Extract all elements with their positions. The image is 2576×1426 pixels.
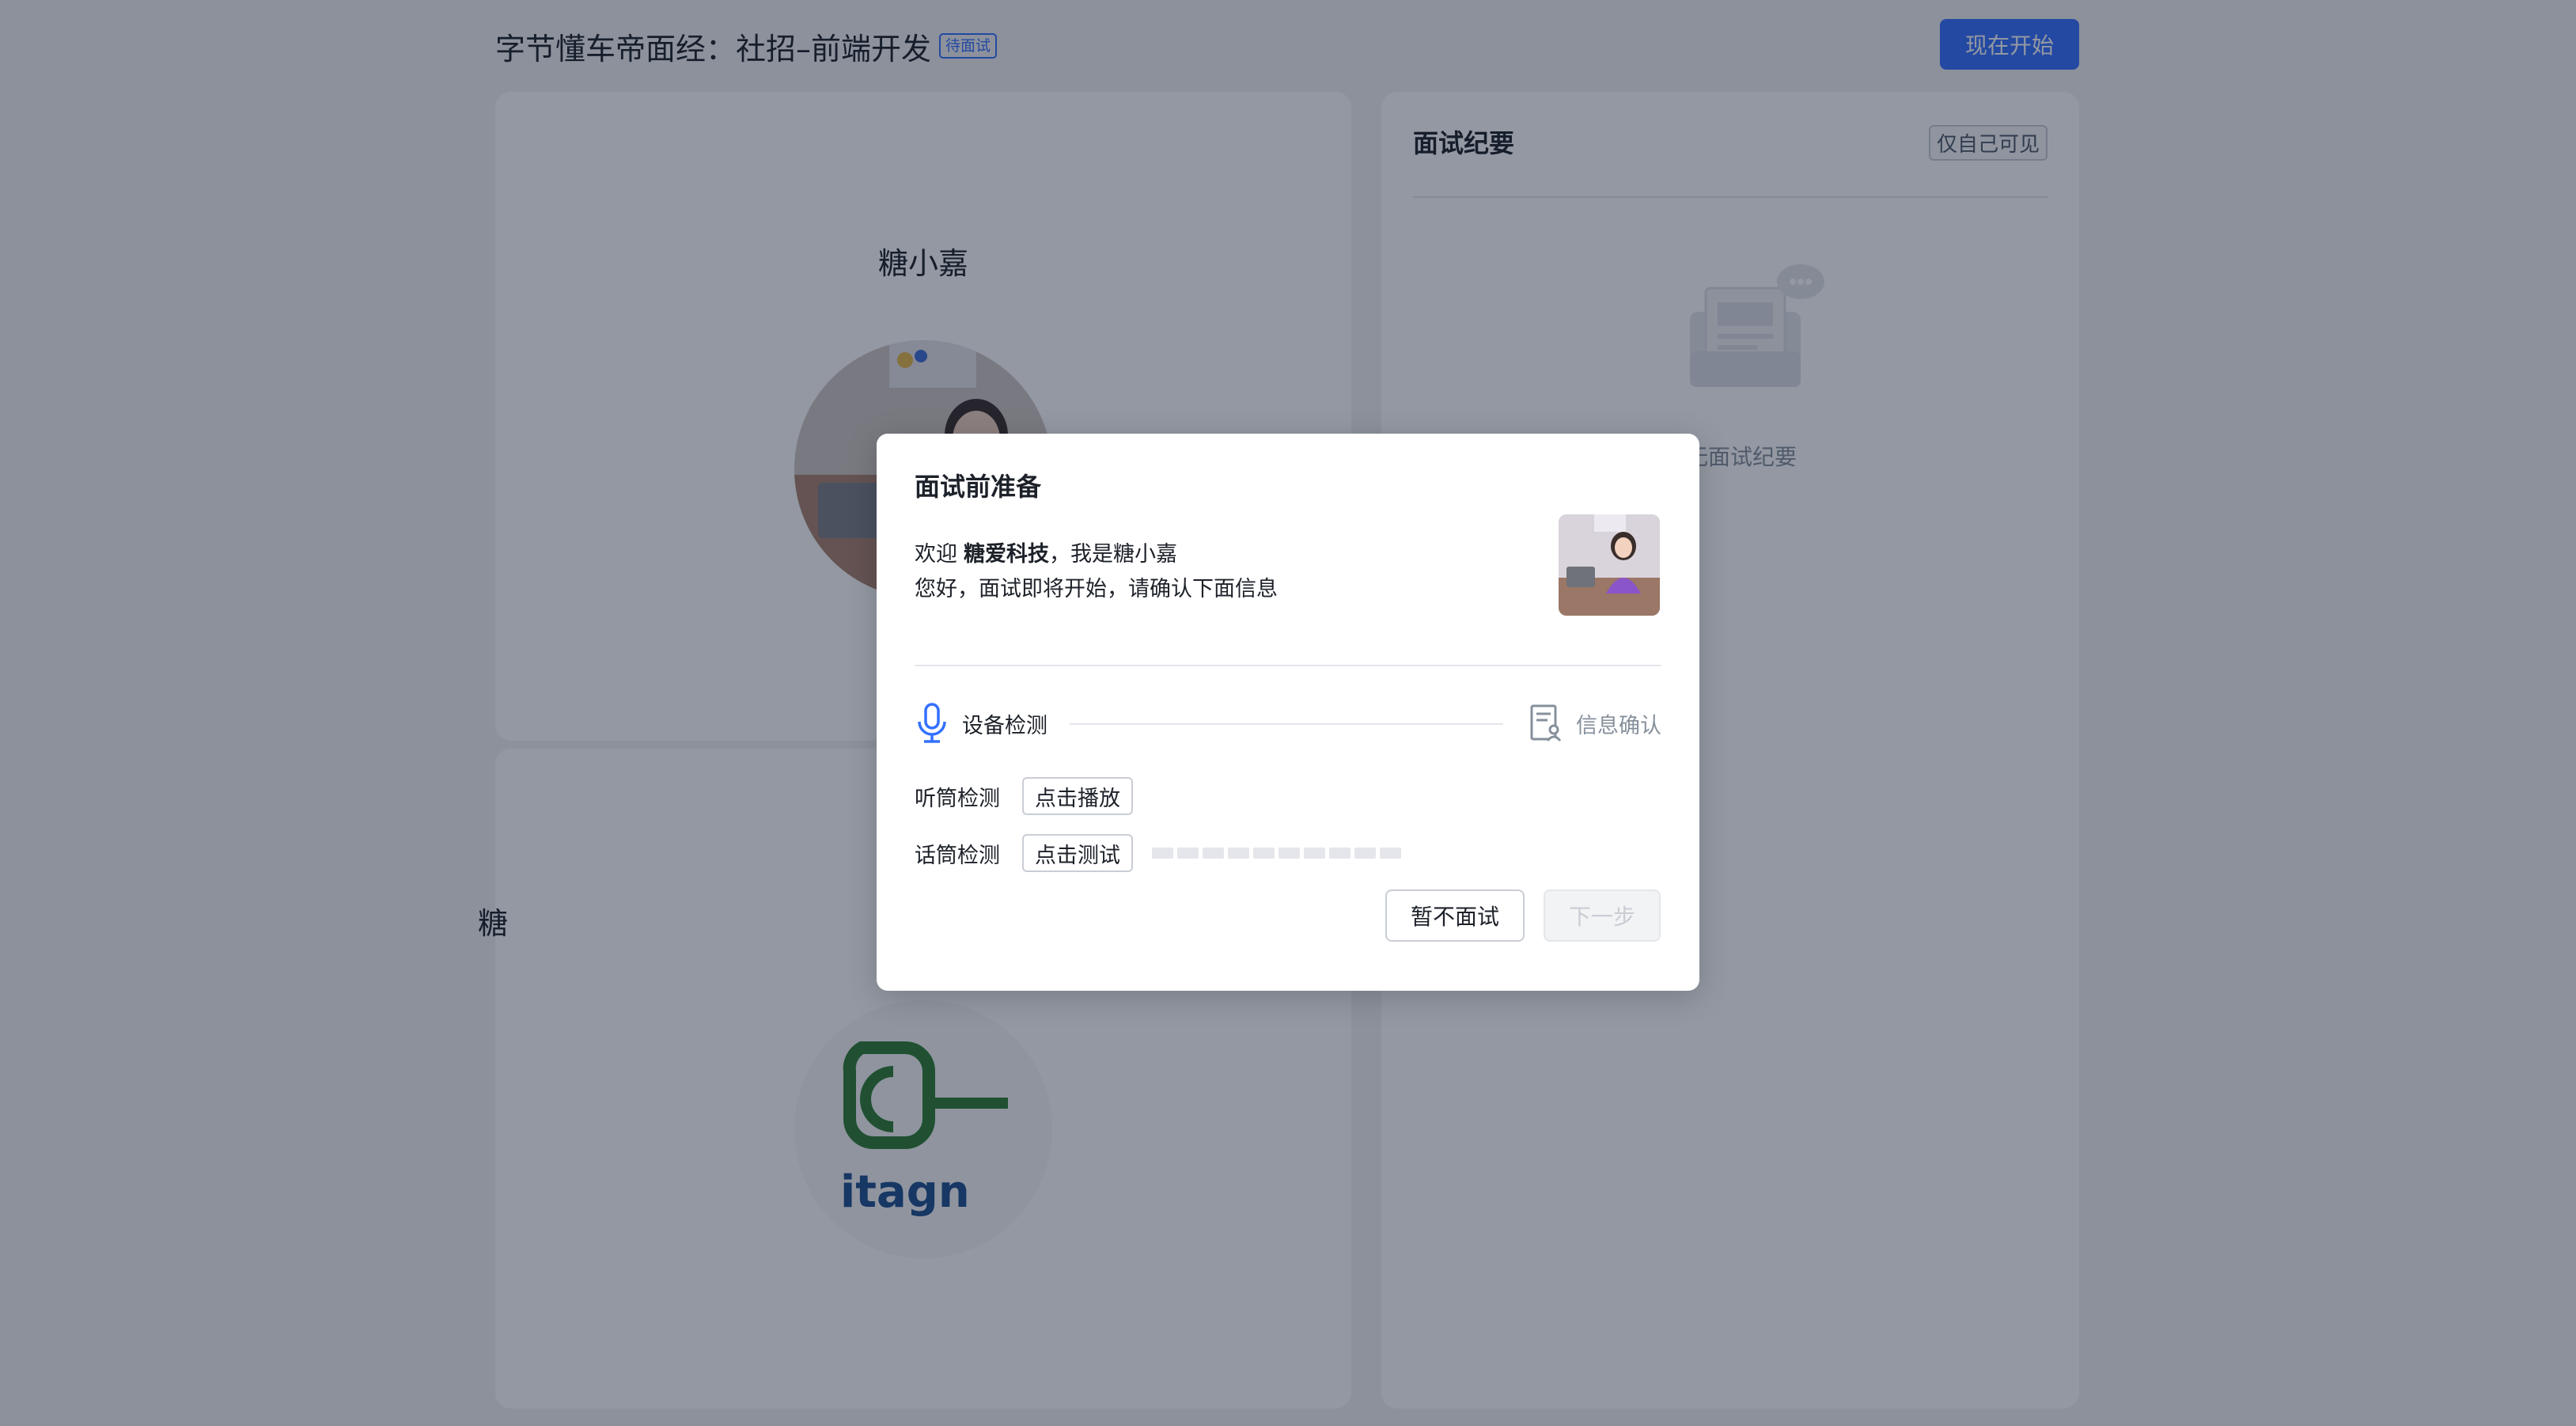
- step-info-confirm-label: 信息确认: [1576, 713, 1661, 738]
- skip-interview-button[interactable]: 暂不面试: [1385, 889, 1525, 942]
- mic-level-segment: [1354, 848, 1376, 859]
- mic-level-segment: [1203, 848, 1224, 859]
- mic-level-meter: [1152, 848, 1401, 859]
- pre-interview-modal: 面试前准备 欢迎 糖爱科技，我是糖小嘉 您好，面试即将开始，请确认下面信息 设备检…: [877, 434, 1699, 991]
- mic-check-row: 话筒检测 点击测试: [915, 834, 1401, 872]
- step-device-check-label: 设备检测: [962, 713, 1047, 738]
- speaker-check-row: 听筒检测 点击播放: [915, 777, 1133, 815]
- speaker-check-label: 听筒检测: [915, 786, 1000, 811]
- step-device-check: 设备检测: [915, 701, 1047, 745]
- step-connector: [1070, 723, 1503, 725]
- interviewer-thumbnail: [1559, 514, 1660, 616]
- mic-level-segment: [1380, 848, 1401, 859]
- welcome-prefix: 欢迎: [915, 542, 957, 567]
- company-name: 糖爱科技: [964, 542, 1049, 567]
- welcome-suffix: ，我是糖小嘉: [1049, 542, 1177, 567]
- document-user-icon: [1530, 704, 1562, 741]
- mic-level-segment: [1253, 848, 1275, 859]
- mic-check-label: 话筒检测: [915, 843, 1000, 868]
- modal-title: 面试前准备: [915, 472, 1042, 502]
- intro-text: 您好，面试即将开始，请确认下面信息: [915, 577, 1278, 601]
- modal-divider: [915, 665, 1661, 666]
- microphone-icon: [918, 703, 946, 743]
- mic-level-segment: [1329, 848, 1351, 859]
- play-test-button[interactable]: 点击播放: [1022, 777, 1133, 815]
- mic-level-segment: [1304, 848, 1325, 859]
- modal-avatar: [1559, 514, 1660, 616]
- mic-level-segment: [1152, 848, 1173, 859]
- step-info-confirm: 信息确认: [1529, 701, 1661, 745]
- welcome-line: 欢迎 糖爱科技，我是糖小嘉: [915, 537, 1177, 567]
- mic-level-segment: [1177, 848, 1199, 859]
- step-indicator: 设备检测 信息确认: [915, 701, 1661, 745]
- mic-test-button[interactable]: 点击测试: [1022, 834, 1133, 872]
- mic-level-segment: [1228, 848, 1249, 859]
- mic-level-segment: [1279, 848, 1300, 859]
- next-step-button[interactable]: 下一步: [1544, 889, 1661, 942]
